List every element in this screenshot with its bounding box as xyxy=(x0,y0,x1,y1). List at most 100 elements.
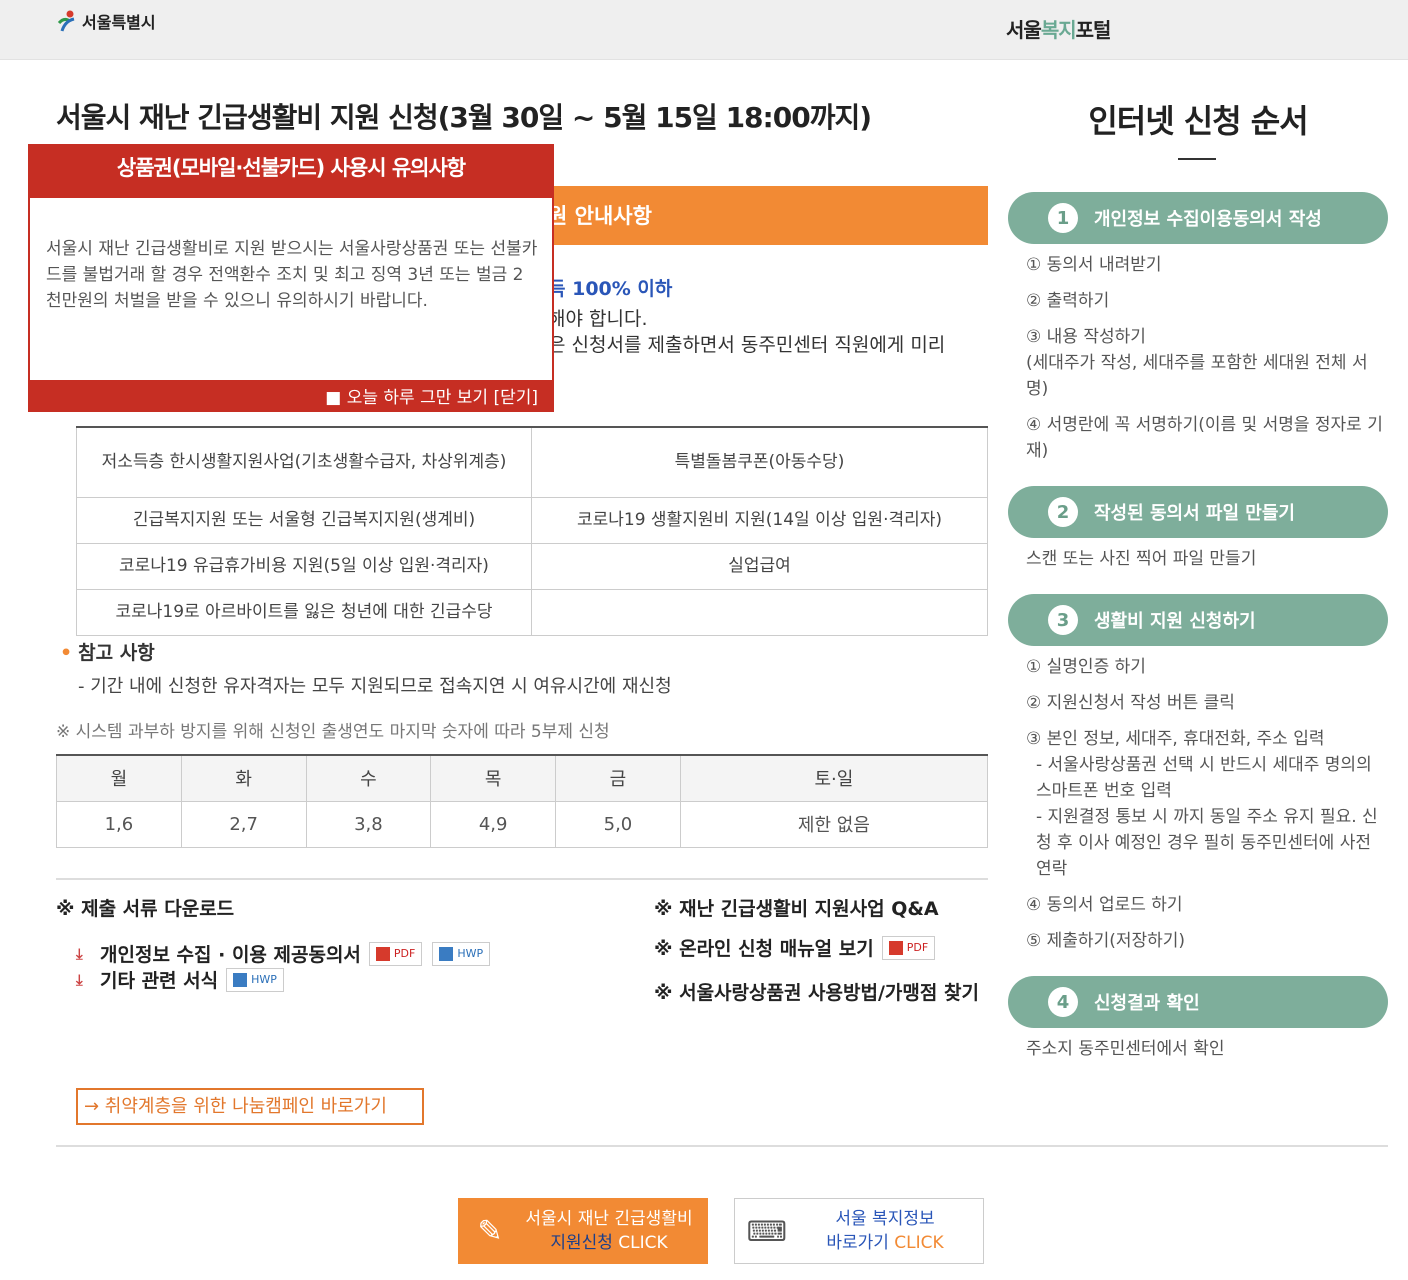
reference-line: - 기간 내에 신청한 유자격자는 모두 지원되므로 접속지연 시 여유시간에 … xyxy=(78,676,672,697)
hwp-label: HWP xyxy=(251,973,277,986)
pdf-label: PDF xyxy=(906,941,929,954)
banner-text: 원 안내사항 xyxy=(548,204,652,228)
hwp-label: HWP xyxy=(457,947,484,960)
download-icon: ⤓ xyxy=(76,970,83,989)
day-header: 금 xyxy=(555,754,681,802)
step-4-header: 4 신청결과 확인 xyxy=(1008,976,1388,1028)
consent-form-download: ⤓ 개인정보 수집 · 이용 제공동의서 PDF HWP xyxy=(76,940,491,967)
consent-hwp-button[interactable]: HWP xyxy=(432,941,491,966)
step-3-item: ③ 본인 정보, 세대주, 휴대전화, 주소 입력 xyxy=(1026,729,1325,749)
seoul-logo-icon xyxy=(57,10,75,32)
five-day-schedule-table: 월 화 수 목 금 토·일 1,6 2,7 3,8 4,9 5,0 제한 없음 xyxy=(56,754,989,848)
pdf-icon xyxy=(888,940,903,955)
table-row: 코로나19 유급휴가비용 지원(5일 이상 입원·격리자) 실업급여 xyxy=(76,542,988,590)
day-header: 토·일 xyxy=(679,754,989,802)
step-label: 작성된 동의서 파일 만들기 xyxy=(1094,503,1295,524)
table-row: 1,6 2,7 3,8 4,9 5,0 제한 없음 xyxy=(56,800,989,848)
day-header: 수 xyxy=(305,754,432,802)
table-cell: 긴급복지지원 또는 서울형 긴급복지지원(생계비) xyxy=(76,496,532,544)
info-line-2b: CLICK xyxy=(888,1233,944,1253)
reference-title: • 참고 사항 xyxy=(60,638,155,665)
hwp-icon xyxy=(439,946,454,961)
step-3-subitem: - 서울사랑상품권 선택 시 반드시 세대주 명의의 스마트폰 번호 입력 xyxy=(1036,755,1372,801)
apply-support-button[interactable]: ✎ 서울시 재난 긴급생활비 지원신청 CLICK xyxy=(458,1198,708,1264)
voucher-link-text: ※ 서울사랑상품권 사용방법/가맹점 찾기 xyxy=(654,982,979,1004)
info-line-2a: 바로가기 xyxy=(826,1233,889,1253)
step-4-item: 주소지 동주민센터에서 확인 xyxy=(1026,1039,1225,1059)
step-3-item: ① 실명인증 하기 xyxy=(1026,657,1146,677)
table-cell: 특별돌봄쿠폰(아동수당) xyxy=(531,426,988,498)
step-1-header: 1 개인정보 수집이용동의서 작성 xyxy=(1008,192,1388,244)
info-line-2: 바로가기 CLICK xyxy=(799,1231,971,1255)
sidebar-title: 인터넷 신청 순서 xyxy=(1088,102,1308,140)
info-line-1: 서울 복지정보 xyxy=(835,1209,935,1229)
step-number-badge: 4 xyxy=(1048,987,1078,1017)
step-2-item: 스캔 또는 사진 찍어 파일 만들기 xyxy=(1026,549,1257,569)
portal-logo-green: 복지 xyxy=(1040,18,1077,42)
qa-link[interactable]: ※ 재난 긴급생활비 지원사업 Q&A xyxy=(654,894,939,921)
manual-link-text: ※ 온라인 신청 매뉴얼 보기 xyxy=(654,938,874,960)
step-3-item: ④ 동의서 업로드 하기 xyxy=(1026,895,1183,915)
step-1-item: ④ 서명란에 꼭 서명하기(이름 및 서명을 정자로 기재) xyxy=(1026,415,1383,461)
step-label: 신청결과 확인 xyxy=(1094,993,1200,1014)
welfare-portal-logo[interactable]: 서울복지포털 xyxy=(1006,14,1112,43)
table-cell: 저소득층 한시생활지원사업(기초생활수급자, 차상위계층) xyxy=(76,426,532,498)
other-forms-hwp-button[interactable]: HWP xyxy=(226,967,284,992)
welfare-info-button[interactable]: ⌨ 서울 복지정보 바로가기 CLICK xyxy=(734,1198,984,1264)
step-3-item: ② 지원신청서 작성 버튼 클릭 xyxy=(1026,693,1235,713)
apply-line-2: 지원신청 CLICK xyxy=(522,1231,696,1255)
sharing-campaign-link[interactable]: → 취약계층을 위한 나눔캠페인 바로가기 xyxy=(76,1088,424,1125)
day-value: 4,9 xyxy=(430,800,557,848)
step-3-header: 3 생활비 지원 신청하기 xyxy=(1008,594,1388,646)
section-divider xyxy=(56,878,988,880)
form-icon: ✎ xyxy=(477,1213,503,1249)
portal-logo-suffix: 포털 xyxy=(1075,18,1112,42)
step-1-item: ③ 내용 작성하기 (세대주가 작성, 세대주를 포함한 세대원 전체 서명) xyxy=(1026,327,1368,399)
apply-line-1: 서울시 재난 긴급생활비 xyxy=(525,1209,693,1229)
seoul-logo-text: 서울특별시 xyxy=(82,13,156,32)
seoul-logo[interactable]: 서울특별시 xyxy=(56,9,156,33)
popup-title: 상품권(모바일·선불카드) 사용시 유의사항 xyxy=(116,156,466,180)
day-value: 1,6 xyxy=(56,800,182,848)
downloads-title: ※ 제출 서류 다운로드 xyxy=(56,898,235,920)
consent-pdf-button[interactable]: PDF xyxy=(368,941,423,966)
portal-logo-prefix: 서울 xyxy=(1006,18,1042,42)
day-value: 제한 없음 xyxy=(679,800,989,848)
table-cell: 실업급여 xyxy=(531,542,988,590)
bullet-icon: • xyxy=(60,642,73,664)
manual-pdf-button[interactable]: PDF xyxy=(881,935,936,960)
step-number-badge: 3 xyxy=(1048,605,1078,635)
apply-line-2b: CLICK xyxy=(612,1233,668,1253)
table-row: 저소득층 한시생활지원사업(기초생활수급자, 차상위계층) 특별돌봄쿠폰(아동수… xyxy=(76,426,988,498)
table-cell xyxy=(531,588,988,636)
income-criteria: 득 100% 이하 xyxy=(548,278,673,300)
day-value: 5,0 xyxy=(555,800,681,848)
popup-body: 서울시 재난 긴급생활비로 지원 받으시는 서울사랑상품권 또는 선불카드를 불… xyxy=(30,198,552,380)
pdf-label: PDF xyxy=(393,947,416,960)
laptop-icon: ⌨ xyxy=(746,1214,788,1248)
other-forms-label: 기타 관련 서식 xyxy=(100,970,219,992)
table-header-row: 월 화 수 목 금 토·일 xyxy=(56,754,989,802)
popup-close-today-link[interactable]: ■ 오늘 하루 그만 보기 [닫기] xyxy=(325,383,538,408)
voucher-usage-link[interactable]: ※ 서울사랑상품권 사용방법/가맹점 찾기 xyxy=(654,978,979,1005)
popup-message: 서울시 재난 긴급생활비로 지원 받으시는 서울사랑상품권 또는 선불카드를 불… xyxy=(46,239,538,311)
excluded-programs-table: 저소득층 한시생활지원사업(기초생활수급자, 차상위계층) 특별돌봄쿠폰(아동수… xyxy=(76,426,988,636)
section-divider xyxy=(56,1145,1388,1147)
day-value: 3,8 xyxy=(305,800,432,848)
pdf-icon xyxy=(375,946,390,961)
step-3-subitem: - 지원결정 통보 시 까지 동일 주소 유지 필요. 신청 후 이사 예정인 … xyxy=(1036,807,1378,879)
system-notice: ※ 시스템 과부하 방지를 위해 신청인 출생연도 마지막 숫자에 따라 5부제… xyxy=(56,722,610,742)
step-label: 생활비 지원 신청하기 xyxy=(1094,611,1256,632)
table-cell: 코로나19 유급휴가비용 지원(5일 이상 입원·격리자) xyxy=(76,542,532,590)
online-manual-link[interactable]: ※ 온라인 신청 매뉴얼 보기 PDF xyxy=(654,934,936,961)
day-header: 목 xyxy=(430,754,557,802)
consent-form-label: 개인정보 수집 · 이용 제공동의서 xyxy=(100,944,361,966)
apply-line-2a: 지원신청 xyxy=(550,1233,613,1253)
step-1-item: ② 출력하기 xyxy=(1026,291,1110,311)
table-cell: 코로나19 생활지원비 지원(14일 이상 입원·격리자) xyxy=(531,496,988,544)
step-2-header: 2 작성된 동의서 파일 만들기 xyxy=(1008,486,1388,538)
step-label: 개인정보 수집이용동의서 작성 xyxy=(1094,209,1322,230)
step-1-item: ① 동의서 내려받기 xyxy=(1026,255,1162,275)
top-bar: 서울특별시 서울복지포털 xyxy=(0,0,1408,60)
step-number-badge: 2 xyxy=(1048,497,1078,527)
